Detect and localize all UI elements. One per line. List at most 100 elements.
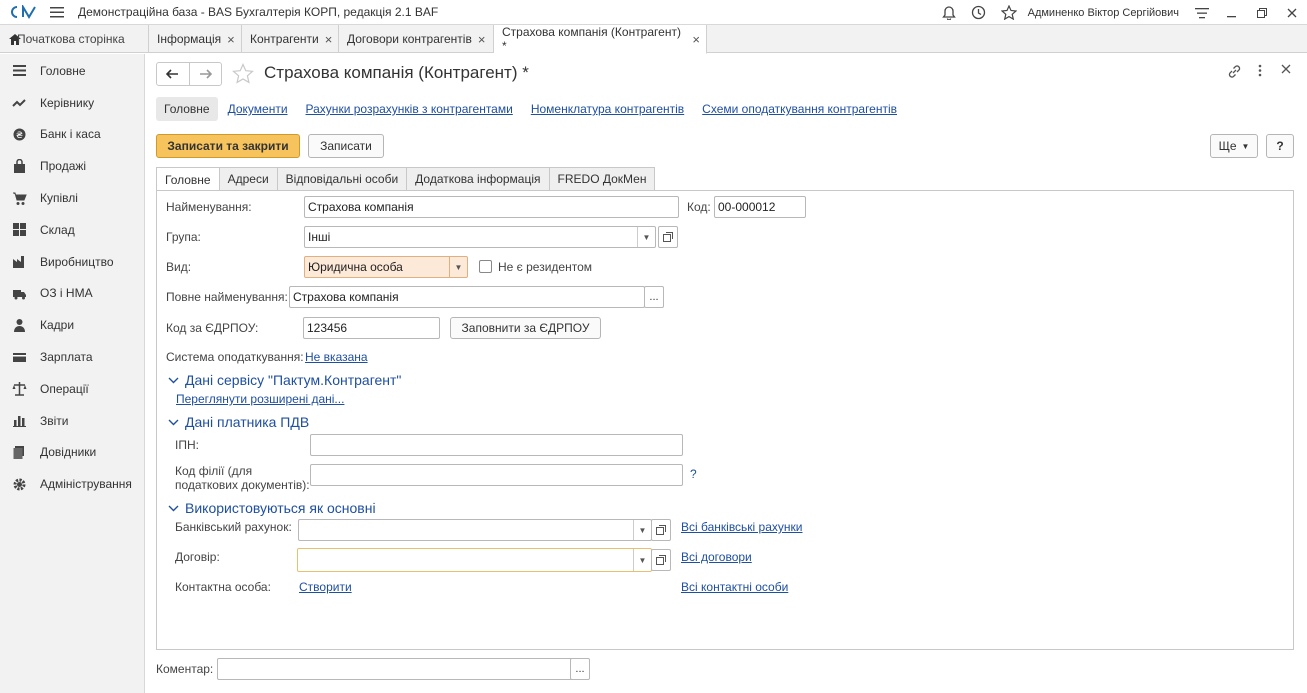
- dropdown-arrow-icon[interactable]: ▼: [633, 549, 651, 571]
- sections-panel: Головне Керівнику ₴ Банк і каса Продажі …: [0, 54, 145, 693]
- sidebar-item-warehouse[interactable]: Склад: [0, 214, 144, 246]
- dropdown-arrow-icon[interactable]: ▼: [449, 257, 467, 277]
- tab-additional[interactable]: Додаткова інформація: [406, 167, 550, 190]
- help-button[interactable]: ?: [1266, 134, 1294, 158]
- tab-fredo[interactable]: FREDO ДокМен: [548, 167, 656, 190]
- close-tab-icon[interactable]: ×: [692, 32, 700, 47]
- paktum-section-header[interactable]: Дані сервісу "Пактум.Контрагент": [168, 372, 401, 388]
- tab-home[interactable]: Початкова сторінка: [0, 25, 149, 53]
- sidebar-item-label: Виробництво: [40, 254, 114, 269]
- full-name-select-button[interactable]: ...: [644, 286, 664, 308]
- dropdown-arrow-icon[interactable]: ▼: [633, 520, 651, 540]
- history-nav: [156, 62, 222, 86]
- ipn-input[interactable]: [310, 434, 683, 456]
- svg-text:₴: ₴: [16, 131, 23, 141]
- bar-chart-icon: [13, 416, 26, 428]
- sidebar-item-operations[interactable]: Операції: [0, 373, 144, 405]
- close-form-icon[interactable]: [1273, 64, 1299, 79]
- nav-main[interactable]: Головне: [156, 97, 218, 121]
- kind-select[interactable]: Юридична особа ▼: [304, 256, 468, 278]
- name-input[interactable]: Страхова компанія: [304, 196, 679, 218]
- form-navigation: Головне Документи Рахунки розрахунків з …: [156, 95, 915, 123]
- sidebar-item-fixed-assets[interactable]: ОЗ і НМА: [0, 278, 144, 310]
- sidebar-item-purchases[interactable]: Купівлі: [0, 182, 144, 214]
- branch-code-label: Код філії (для податкових документів):: [175, 464, 310, 492]
- nonresident-checkbox[interactable]: [479, 260, 492, 273]
- open-contract-icon[interactable]: [651, 549, 671, 571]
- fill-by-edrpou-button[interactable]: Заповнити за ЄДРПОУ: [450, 317, 601, 339]
- sidebar-item-label: Купівлі: [40, 191, 78, 206]
- sidebar-item-administration[interactable]: Адміністрування: [0, 468, 144, 500]
- full-name-label: Повне найменування:: [166, 290, 288, 304]
- history-icon[interactable]: [964, 0, 994, 25]
- contract-label: Договір:: [175, 550, 220, 564]
- main-menu-icon[interactable]: [46, 6, 68, 18]
- sidebar-item-production[interactable]: Виробництво: [0, 246, 144, 278]
- all-contacts-link[interactable]: Всі контактні особи: [681, 580, 788, 594]
- tab-addresses[interactable]: Адреси: [218, 167, 278, 190]
- settings-menu-icon[interactable]: [1187, 0, 1217, 25]
- dropdown-arrow-icon[interactable]: ▼: [637, 227, 655, 247]
- open-group-icon[interactable]: [658, 226, 678, 248]
- save-button[interactable]: Записати: [308, 134, 384, 158]
- name-label: Найменування:: [166, 200, 252, 214]
- back-arrow-icon[interactable]: [157, 63, 190, 85]
- vat-section-header[interactable]: Дані платника ПДВ: [168, 414, 309, 430]
- comment-edit-button[interactable]: ...: [570, 658, 590, 680]
- tab-counterparties[interactable]: Контрагенти ×: [242, 25, 339, 53]
- full-name-input[interactable]: Страхова компанія: [289, 286, 645, 308]
- code-input[interactable]: 00-000012: [714, 196, 806, 218]
- sidebar-item-directories[interactable]: Довідники: [0, 437, 144, 469]
- link-icon[interactable]: [1221, 64, 1247, 79]
- tab-information[interactable]: Інформація ×: [149, 25, 242, 53]
- nav-tax-schemes[interactable]: Схеми оподаткування контрагентів: [702, 102, 897, 116]
- current-user[interactable]: Админенко Віктор Сергійович: [1028, 7, 1179, 19]
- save-and-close-button[interactable]: Записати та закрити: [156, 134, 300, 158]
- close-tab-icon[interactable]: ×: [325, 32, 333, 47]
- app-logo-icon[interactable]: [8, 0, 38, 25]
- sidebar-item-main[interactable]: Головне: [0, 55, 144, 87]
- contract-input[interactable]: ▼: [297, 548, 652, 572]
- minimize-icon[interactable]: [1217, 0, 1247, 25]
- open-bank-account-icon[interactable]: [651, 519, 671, 541]
- tab-contracts[interactable]: Договори контрагентів ×: [339, 25, 494, 53]
- sidebar-item-bank[interactable]: ₴ Банк і каса: [0, 119, 144, 151]
- sidebar-item-hr[interactable]: Кадри: [0, 309, 144, 341]
- nav-nomenclature[interactable]: Номенклатура контрагентів: [531, 102, 684, 116]
- tab-main[interactable]: Головне: [156, 167, 220, 191]
- nav-accounts[interactable]: Рахунки розрахунків з контрагентами: [306, 102, 513, 116]
- sidebar-item-label: Склад: [40, 222, 75, 237]
- branch-code-input[interactable]: [310, 464, 683, 486]
- paktum-details-link[interactable]: Переглянути розширені дані...: [176, 392, 344, 406]
- more-button[interactable]: Ще ▼: [1210, 134, 1258, 158]
- gear-icon: [13, 478, 26, 491]
- more-vertical-icon[interactable]: [1247, 64, 1273, 79]
- close-tab-icon[interactable]: ×: [227, 32, 235, 47]
- close-tab-icon[interactable]: ×: [478, 32, 486, 47]
- nav-documents[interactable]: Документи: [228, 102, 288, 116]
- edrpou-input[interactable]: 123456: [303, 317, 440, 339]
- all-bank-accounts-link[interactable]: Всі банківські рахунки: [681, 520, 803, 534]
- defaults-section-header[interactable]: Використовуються як основні: [168, 500, 376, 516]
- comment-input[interactable]: [217, 658, 573, 680]
- sidebar-item-reports[interactable]: Звіти: [0, 405, 144, 437]
- create-contact-link[interactable]: Створити: [299, 580, 352, 594]
- all-contracts-link[interactable]: Всі договори: [681, 550, 752, 564]
- form-area: Страхова компанія (Контрагент) * Головне…: [146, 54, 1307, 693]
- tab-insurance-company[interactable]: Страхова компанія (Контрагент) * ×: [494, 25, 707, 54]
- bank-account-input[interactable]: ▼: [298, 519, 652, 541]
- favorite-star-icon[interactable]: [232, 63, 254, 87]
- comment-label: Коментар:: [156, 662, 214, 676]
- sidebar-item-sales[interactable]: Продажі: [0, 150, 144, 182]
- sidebar-item-manager[interactable]: Керівнику: [0, 87, 144, 119]
- restore-icon[interactable]: [1247, 0, 1277, 25]
- branch-help-link[interactable]: ?: [690, 467, 697, 481]
- sidebar-item-salary[interactable]: Зарплата: [0, 341, 144, 373]
- bell-icon[interactable]: [934, 0, 964, 25]
- favorites-star-icon[interactable]: [994, 0, 1024, 25]
- close-window-icon[interactable]: [1277, 0, 1307, 25]
- forward-arrow-icon[interactable]: [190, 63, 222, 85]
- tax-system-link[interactable]: Не вказана: [305, 350, 368, 364]
- tab-responsible[interactable]: Відповідальні особи: [276, 167, 408, 190]
- group-input[interactable]: Інші ▼: [304, 226, 656, 248]
